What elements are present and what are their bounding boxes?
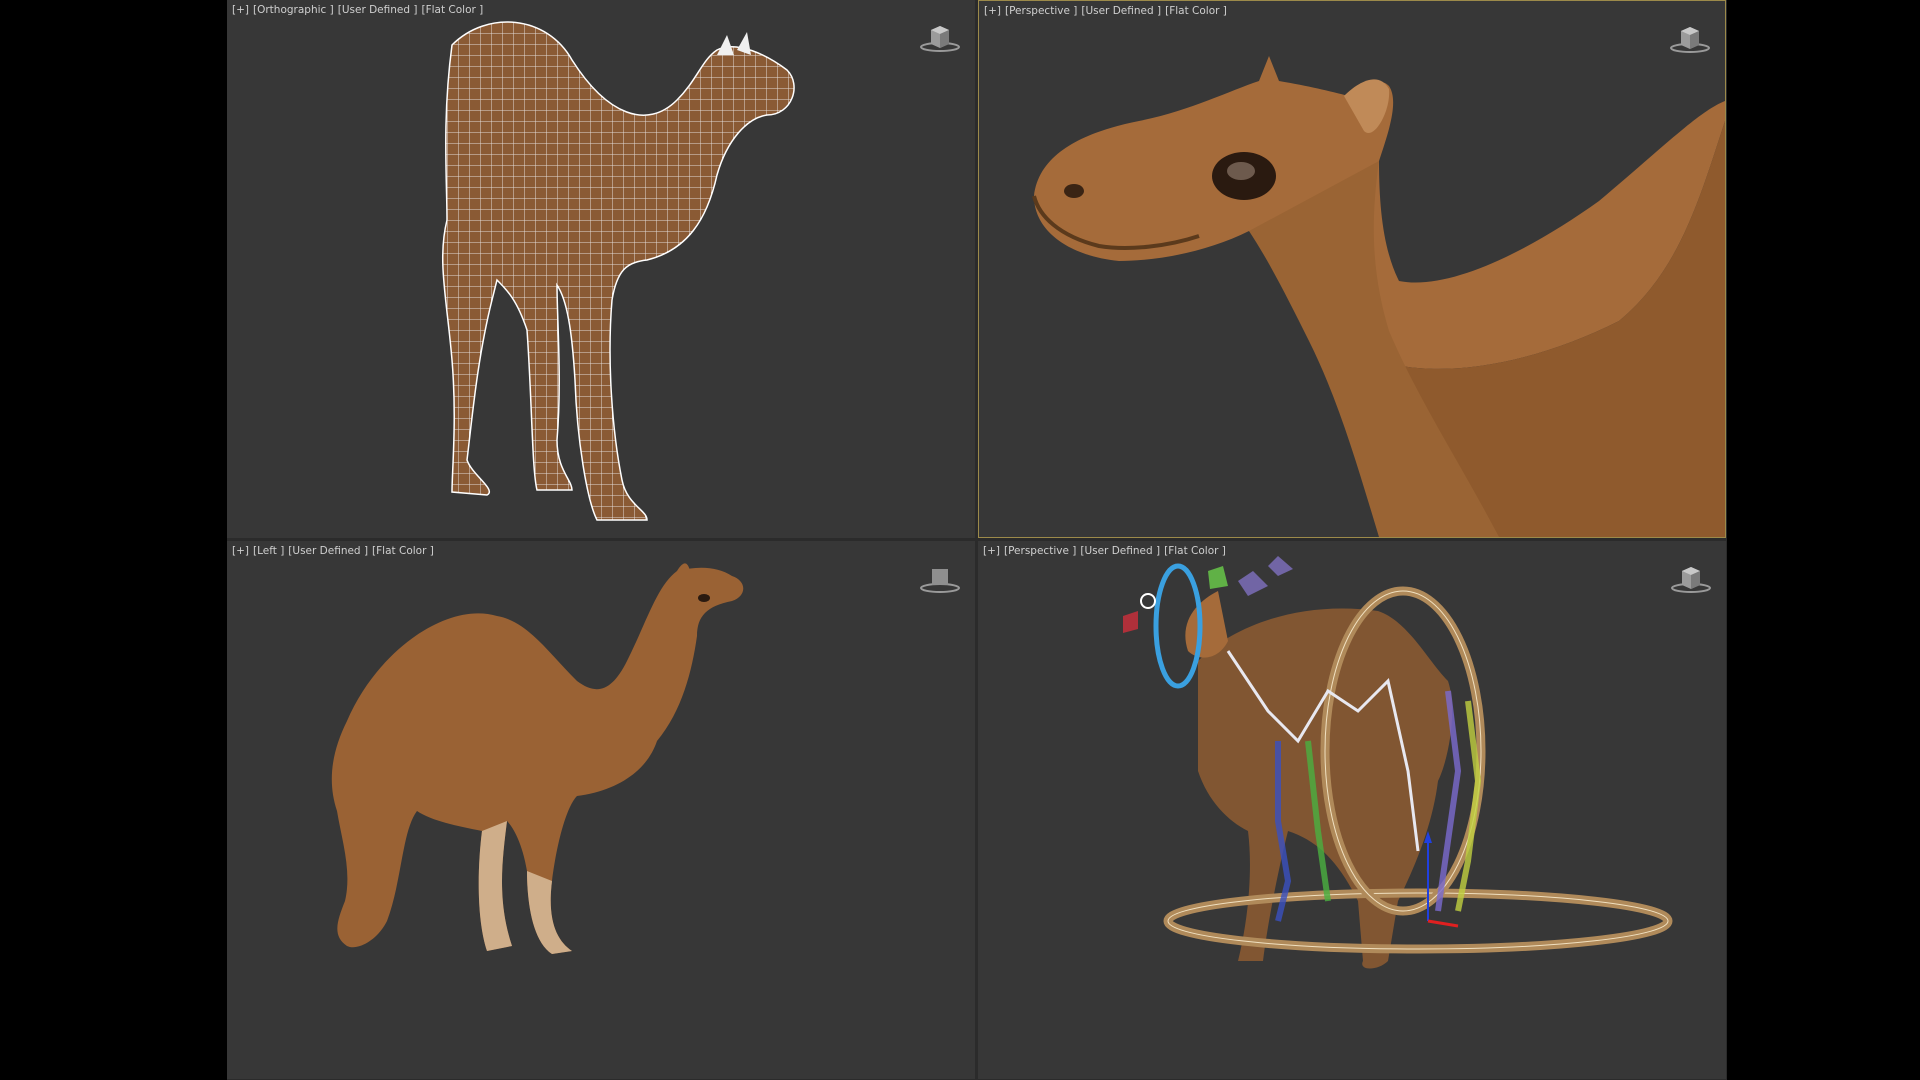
viewport-label[interactable]: [+] [Perspective ] [User Defined ] [Flat Co… — [983, 545, 1230, 557]
viewport-menu-plus[interactable]: [+] — [232, 545, 249, 557]
camel-rig-render — [1123, 556, 1673, 969]
viewport-label[interactable]: [+] [Left ] [User Defined ] [Flat Color ] — [232, 545, 438, 557]
viewport-view-menu[interactable]: [Perspective ] — [1004, 545, 1076, 557]
viewport-layout: [+] [Orthographic ] [User Defined ] [Flat C… — [227, 0, 1727, 1080]
viewport-view-menu[interactable]: [Left ] — [253, 545, 284, 557]
viewcube-icon[interactable] — [1670, 563, 1712, 595]
viewport-shading-menu[interactable]: [Flat Color ] — [1165, 5, 1227, 17]
viewport-label[interactable]: [+] [Perspective ] [User Defined ] [Flat Co… — [984, 5, 1231, 17]
viewport-menu-plus[interactable]: [+] — [984, 5, 1001, 17]
viewport-perspective-rig[interactable]: [+] [Perspective ] [User Defined ] [Flat Co… — [978, 541, 1726, 1079]
viewport-view-menu[interactable]: [Perspective ] — [1005, 5, 1077, 17]
viewcube-icon[interactable] — [919, 22, 961, 54]
viewport-stage-menu[interactable]: [User Defined ] — [1080, 545, 1160, 557]
viewport-view-menu[interactable]: [Orthographic ] — [253, 4, 334, 16]
camel-body-mesh — [441, 21, 795, 521]
viewport-left[interactable]: [+] [Left ] [User Defined ] [Flat Color ] — [227, 541, 975, 1079]
viewport-shading-menu[interactable]: [Flat Color ] — [421, 4, 483, 16]
viewport-perspective-closeup[interactable]: [+] [Perspective ] [User Defined ] [Flat Co… — [978, 0, 1726, 538]
camel-side-render — [331, 563, 744, 954]
viewport-orthographic[interactable]: [+] [Orthographic ] [User Defined ] [Flat C… — [227, 0, 975, 538]
camel-head-closeup-render — [1032, 56, 1725, 537]
viewport-label[interactable]: [+] [Orthographic ] [User Defined ] [Flat C… — [232, 4, 487, 16]
camel-wireframe-model — [441, 21, 795, 521]
viewport-shading-menu[interactable]: [Flat Color ] — [372, 545, 434, 557]
viewport-stage-menu[interactable]: [User Defined ] — [338, 4, 418, 16]
viewport-menu-plus[interactable]: [+] — [232, 4, 249, 16]
viewport-stage-menu[interactable]: [User Defined ] — [1081, 5, 1161, 17]
viewcube-icon[interactable] — [919, 563, 961, 595]
viewport-stage-menu[interactable]: [User Defined ] — [288, 545, 368, 557]
viewport-shading-menu[interactable]: [Flat Color ] — [1164, 545, 1226, 557]
viewport-menu-plus[interactable]: [+] — [983, 545, 1000, 557]
viewcube-icon[interactable] — [1669, 23, 1711, 55]
